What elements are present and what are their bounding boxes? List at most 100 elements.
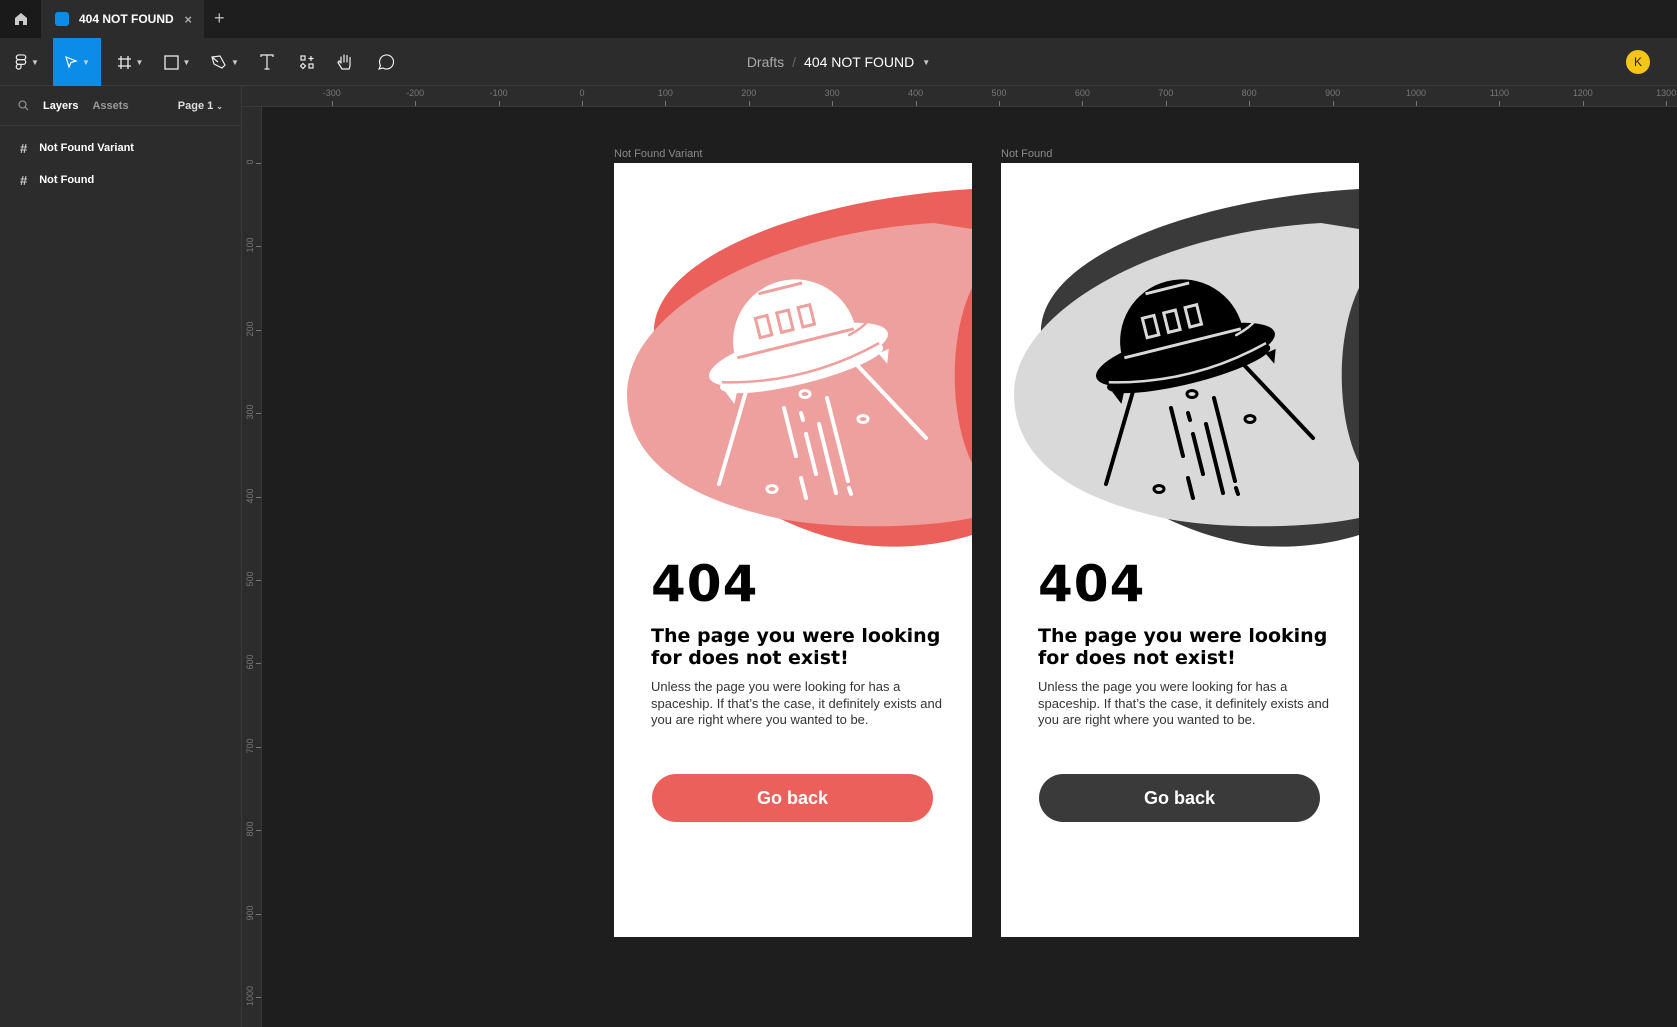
ruler-tick — [256, 913, 261, 915]
ruler-tick — [1249, 101, 1251, 106]
ruler-tick — [256, 997, 261, 998]
ruler-tick — [832, 101, 834, 106]
breadcrumb: Drafts / 404 NOT FOUND ▼ — [0, 38, 1677, 86]
ruler-tick — [665, 101, 667, 106]
error-code: 404 — [1038, 555, 1146, 613]
move-tool-button[interactable]: ▼ — [53, 38, 101, 86]
ruler-label: 400 — [908, 88, 924, 98]
shape-tool-button[interactable]: ▼ — [160, 38, 194, 86]
breadcrumb-folder[interactable]: Drafts — [747, 54, 784, 70]
ruler-label: -100 — [489, 88, 508, 98]
go-back-button[interactable]: Go back — [1039, 774, 1320, 822]
ruler-tick — [256, 413, 261, 415]
layers-panel: Layers Assets Page 1 ⌄ # Not Found Varian… — [0, 86, 242, 1027]
ruler-tick — [256, 830, 261, 832]
ruler-label: 100 — [245, 237, 255, 253]
ruler-label: 1000 — [245, 985, 255, 1007]
layer-item-not-found[interactable]: # Not Found — [0, 164, 241, 196]
ruler-tick — [1666, 101, 1668, 106]
cursor-icon — [65, 55, 78, 69]
file-tab[interactable]: 404 NOT FOUND × — [41, 0, 204, 38]
chevron-down-icon: ▼ — [182, 57, 191, 67]
ruler-tick — [582, 101, 583, 106]
ruler-label: 800 — [1241, 88, 1257, 98]
home-button[interactable] — [0, 0, 41, 38]
ruler-label: 600 — [245, 654, 255, 670]
page-label: Page 1 — [177, 99, 214, 112]
search-icon[interactable] — [18, 100, 29, 111]
close-tab-icon[interactable]: × — [184, 12, 192, 27]
ruler-label: 1000 — [1405, 88, 1427, 98]
ruler-tick — [256, 246, 261, 248]
frame-icon: # — [20, 140, 28, 156]
tab-assets[interactable]: Assets — [92, 100, 128, 112]
ruler-label: 900 — [245, 905, 255, 921]
home-icon — [14, 13, 27, 25]
chevron-down-icon[interactable]: ▼ — [922, 58, 930, 67]
new-tab-button[interactable]: + — [214, 8, 225, 29]
frame-not-found[interactable]: 404 The page you were looking for does n… — [1001, 163, 1359, 937]
ruler-label: 1300 — [1656, 88, 1677, 98]
ruler-tick — [256, 163, 261, 164]
comment-tool-button[interactable] — [372, 38, 398, 86]
ruler-label: -200 — [406, 88, 425, 98]
ruler-label: 0 — [245, 159, 255, 165]
figma-logo-icon — [15, 53, 27, 70]
ruler-tick — [415, 101, 417, 106]
frame-icon: # — [20, 172, 28, 188]
error-code: 404 — [651, 555, 759, 613]
layer-item-not-found-variant[interactable]: # Not Found Variant — [0, 132, 241, 164]
ruler-tick — [1582, 101, 1584, 106]
ruler-tick — [331, 101, 333, 106]
horizontal-ruler: -300 -200 -100 0 100 200 300 400 500 600 700 800 900… — [242, 86, 1677, 107]
file-icon — [55, 12, 69, 26]
breadcrumb-file[interactable]: 404 NOT FOUND — [804, 54, 914, 70]
ruler-label: 700 — [245, 738, 255, 754]
ruler-label: 0 — [579, 88, 585, 98]
tab-bar: 404 NOT FOUND × + — [0, 0, 1677, 38]
file-tab-label: 404 NOT FOUND — [79, 12, 174, 26]
hand-tool-button[interactable] — [332, 38, 358, 86]
go-back-button[interactable]: Go back — [652, 774, 933, 822]
ruler-tick — [498, 101, 500, 106]
error-description: Unless the page you were looking for has… — [1038, 679, 1329, 727]
ruler-tick — [748, 101, 750, 106]
ruler-tick — [1499, 101, 1501, 106]
frame-tool-button[interactable]: ▼ — [113, 38, 147, 86]
chevron-down-icon: ▼ — [82, 57, 90, 67]
frame-not-found-variant[interactable]: 404 The page you were looking for does n… — [614, 163, 972, 937]
tab-layers[interactable]: Layers — [43, 100, 78, 112]
chevron-down-icon: ▼ — [31, 57, 39, 67]
ruler-label: 1200 — [1572, 88, 1593, 98]
ruler-tick — [256, 663, 261, 665]
ruler-label: 500 — [245, 571, 255, 587]
ruler-tick — [256, 496, 261, 498]
panel-tabs: Layers Assets Page 1 ⌄ — [0, 86, 241, 126]
frame-icon — [117, 55, 131, 69]
pen-tool-button[interactable]: ▼ — [208, 38, 242, 86]
main-menu-button[interactable]: ▼ — [10, 38, 44, 86]
ruler-label: 900 — [1325, 88, 1341, 98]
ruler-label: 300 — [245, 404, 255, 420]
chevron-down-icon: ▼ — [135, 57, 144, 67]
comment-icon — [377, 53, 394, 70]
vertical-ruler: 0 100 200 300 400 500 600 700 800 900 1000 — [242, 107, 262, 1027]
ruler-label: 700 — [1158, 88, 1174, 98]
text-tool-button[interactable] — [255, 38, 279, 86]
ruler-label: 100 — [657, 88, 673, 98]
page-selector[interactable]: Page 1 ⌄ — [178, 100, 223, 112]
rectangle-icon — [163, 54, 179, 70]
hand-icon — [337, 54, 351, 70]
ruler-label: 800 — [245, 821, 255, 837]
ruler-tick — [1332, 101, 1334, 106]
ruler-label: -300 — [322, 88, 341, 98]
frame-label-not-found[interactable]: Not Found — [1001, 148, 1052, 160]
ruler-tick — [256, 580, 261, 581]
ruler-tick — [1165, 101, 1167, 106]
resources-button[interactable] — [295, 38, 319, 86]
ruler-label: 300 — [824, 88, 840, 98]
ruler-label: 500 — [991, 88, 1007, 98]
frame-label-not-found-variant[interactable]: Not Found Variant — [614, 148, 702, 160]
ruler-label: 200 — [741, 88, 757, 98]
user-avatar[interactable]: K — [1626, 50, 1650, 74]
